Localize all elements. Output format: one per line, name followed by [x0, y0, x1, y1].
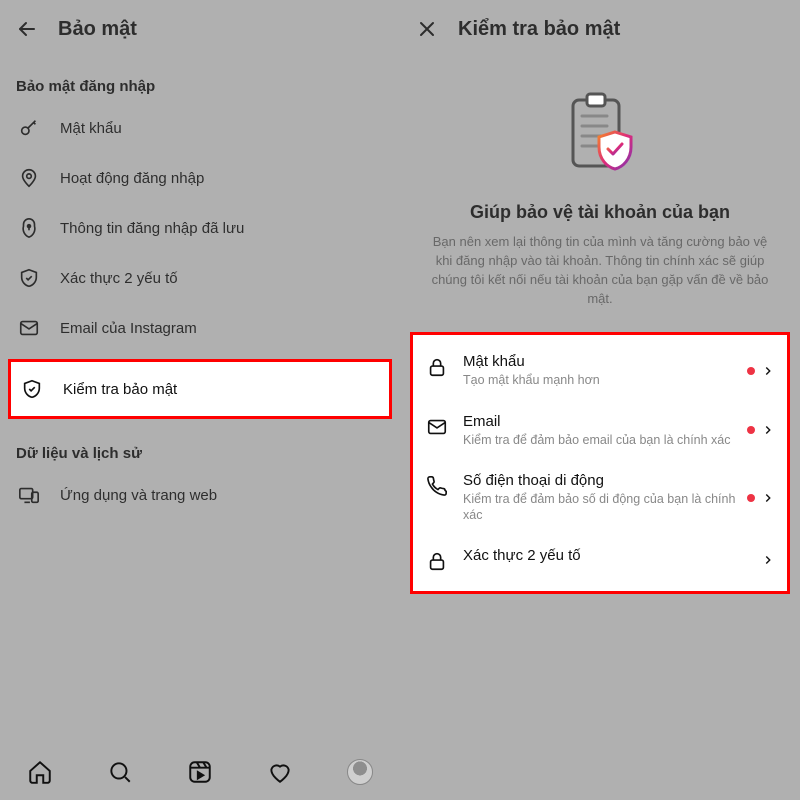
row-password-label: Mật khẩu: [60, 120, 122, 137]
security-check-screen: Kiểm tra bảo mật: [400, 0, 800, 800]
lock-icon: [425, 549, 449, 573]
check-item-two-factor[interactable]: Xác thực 2 yếu tố: [413, 535, 787, 585]
location-pin-icon: [16, 165, 42, 191]
row-login-activity[interactable]: Hoạt động đăng nhập: [0, 153, 400, 203]
home-icon[interactable]: [26, 758, 54, 786]
hero-body: Bạn nên xem lại thông tin của mình và tă…: [428, 233, 772, 308]
row-login-activity-label: Hoạt động đăng nhập: [60, 170, 204, 187]
chevron-right-icon: [761, 364, 775, 378]
row-two-factor-label: Xác thực 2 yếu tố: [60, 270, 178, 287]
close-icon[interactable]: [414, 16, 440, 42]
right-title: Kiểm tra bảo mật: [458, 18, 620, 41]
hero-heading: Giúp bảo vệ tài khoản của bạn: [470, 202, 730, 223]
mail-icon: [16, 315, 42, 341]
chevron-right-icon: [761, 553, 775, 567]
check-item-email-title: Email: [463, 413, 741, 430]
row-saved-login-label: Thông tin đăng nhập đã lưu: [60, 220, 244, 237]
status-dot: [747, 367, 755, 375]
chevron-right-icon: [761, 423, 775, 437]
check-item-email-sub: Kiểm tra để đảm bảo email của bạn là chí…: [463, 432, 741, 448]
reels-icon[interactable]: [186, 758, 214, 786]
check-item-password-title: Mật khẩu: [463, 353, 741, 370]
shield-check-icon: [19, 376, 45, 402]
check-item-password-sub: Tạo mật khẩu mạnh hơn: [463, 372, 741, 388]
row-security-check[interactable]: Kiểm tra bảo mật: [11, 366, 389, 412]
phone-icon: [425, 474, 449, 498]
check-item-two-factor-title: Xác thực 2 yếu tố: [463, 547, 755, 564]
row-instagram-email-label: Email của Instagram: [60, 320, 197, 337]
check-item-phone-title: Số điện thoại di động: [463, 472, 741, 489]
highlight-security-check: Kiểm tra bảo mật: [8, 359, 392, 419]
section-login-security: Bảo mật đăng nhập: [0, 58, 400, 103]
security-settings-screen: Bảo mật Bảo mật đăng nhập Mật khẩu Hoạt …: [0, 0, 400, 800]
row-saved-login[interactable]: Thông tin đăng nhập đã lưu: [0, 203, 400, 253]
row-instagram-email[interactable]: Email của Instagram: [0, 303, 400, 353]
shield-check-icon: [16, 265, 42, 291]
left-title: Bảo mật: [58, 18, 137, 41]
left-header: Bảo mật: [0, 0, 400, 58]
search-icon[interactable]: [106, 758, 134, 786]
check-item-phone[interactable]: Số điện thoại di động Kiểm tra để đảm bả…: [413, 460, 787, 536]
check-item-email[interactable]: Email Kiểm tra để đảm bảo email của bạn …: [413, 401, 787, 460]
devices-icon: [16, 482, 42, 508]
status-dot: [747, 426, 755, 434]
lock-icon: [425, 355, 449, 379]
avatar-icon[interactable]: [346, 758, 374, 786]
status-dot: [747, 494, 755, 502]
keyhole-icon: [16, 215, 42, 241]
key-icon: [16, 115, 42, 141]
row-apps-websites-label: Ứng dụng và trang web: [60, 487, 217, 504]
hero-section: Giúp bảo vệ tài khoản của bạn Bạn nên xe…: [400, 58, 800, 318]
security-check-list: Mật khẩu Tạo mật khẩu mạnh hơn Email Kiể…: [410, 332, 790, 594]
section-data-history: Dữ liệu và lịch sử: [0, 425, 400, 470]
row-password[interactable]: Mật khẩu: [0, 103, 400, 153]
row-two-factor[interactable]: Xác thực 2 yếu tố: [0, 253, 400, 303]
row-apps-websites[interactable]: Ứng dụng và trang web: [0, 470, 400, 520]
check-item-password[interactable]: Mật khẩu Tạo mật khẩu mạnh hơn: [413, 341, 787, 400]
heart-icon[interactable]: [266, 758, 294, 786]
row-security-check-label: Kiểm tra bảo mật: [63, 381, 177, 398]
check-item-phone-sub: Kiểm tra để đảm bảo số di động của bạn l…: [463, 491, 741, 524]
clipboard-shield-illustration: [555, 86, 645, 186]
right-header: Kiểm tra bảo mật: [400, 0, 800, 58]
bottom-nav: [0, 744, 400, 800]
chevron-right-icon: [761, 491, 775, 505]
mail-icon: [425, 415, 449, 439]
back-arrow-icon[interactable]: [14, 16, 40, 42]
